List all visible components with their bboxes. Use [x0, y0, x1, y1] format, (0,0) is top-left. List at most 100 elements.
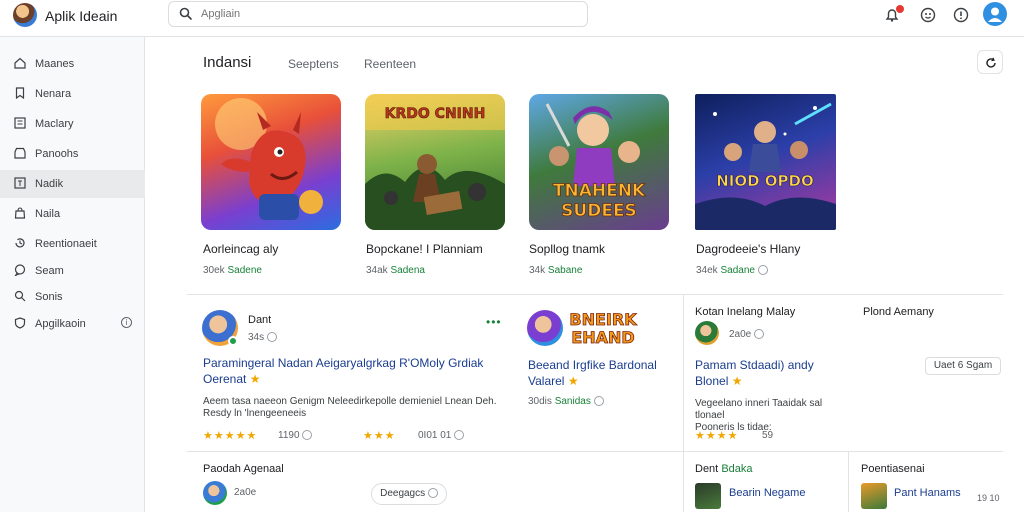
action-chip-label: Deegagcs [380, 488, 426, 499]
bottom-heading-accent: Bdaka [721, 463, 753, 475]
info-icon[interactable] [454, 430, 465, 441]
card-meta: 30ek Sadene [203, 265, 262, 276]
more-options-icon[interactable]: ••• [486, 315, 502, 329]
refresh-button[interactable] [977, 50, 1003, 74]
sidebar-item-label: Nenara [35, 88, 72, 100]
jungle-artwork: KRDO CNINH [365, 94, 505, 230]
card4-banner: NIOD OPDO [716, 172, 814, 190]
rating-count: 1190 [278, 430, 313, 441]
rating-stars: ★★★ [363, 430, 396, 442]
search-input[interactable] [201, 8, 571, 20]
info-icon[interactable] [593, 396, 604, 407]
info-icon[interactable] [302, 430, 313, 441]
game-thumbnail[interactable] [861, 483, 887, 509]
sidebar-item-active[interactable]: Nadik [0, 170, 145, 198]
tab-second[interactable]: Reenteen [364, 57, 416, 71]
app-logo[interactable] [13, 3, 37, 27]
store-icon [14, 147, 26, 159]
card3-banner-line1: TNAHENK [553, 181, 646, 201]
search-icon [179, 7, 193, 21]
sidebar-item-apps[interactable]: Apgilkaoin i [0, 310, 145, 338]
card-status: Sadene [227, 265, 262, 276]
info-icon[interactable] [266, 332, 277, 343]
bottom-count: 19 10 [977, 493, 1000, 503]
shield-icon [14, 317, 26, 329]
chat-icon [14, 264, 26, 276]
game-thumbnail[interactable] [695, 483, 721, 509]
review-title-line2-text: Oerenat [203, 372, 247, 386]
card-title[interactable]: Dagrodeeie's Hlany [696, 242, 800, 256]
review-title-line: Beeand Irgfike Bardonal [528, 358, 657, 372]
info-icon[interactable] [754, 329, 765, 340]
sidebar-item-bookmark[interactable]: Nenara [0, 80, 145, 108]
dragon-artwork [215, 98, 323, 220]
apps-icon[interactable] [920, 7, 936, 23]
sidebar-item-library[interactable]: Maclary [0, 110, 145, 138]
bottom-heading-prefix: Dent [695, 463, 719, 475]
bookmark-icon [15, 87, 25, 99]
section-title: Indansi [203, 54, 252, 71]
bottom-heading: Dent Bdaka [695, 463, 753, 475]
sidebar-item-recent[interactable]: Reentionaeit [0, 230, 145, 258]
review-meta-status: Sanidas [554, 396, 591, 407]
rating-stars: ★★★★ [695, 430, 739, 442]
divider [683, 294, 684, 512]
game-thumbnail[interactable]: NIOD OPDO [695, 94, 836, 230]
rating-stars: ★★★★★ [203, 430, 258, 442]
sidebar-item-label: Reentionaeit [35, 238, 97, 250]
sidebar-item-search[interactable]: Sonis [0, 283, 145, 311]
reviewer-meta: 2a0e [234, 487, 257, 498]
action-chip[interactable]: Deegagcs [371, 483, 447, 505]
reviewer-avatar[interactable] [203, 481, 227, 505]
game-thumbnail[interactable]: KRDO CNINH [365, 94, 505, 230]
game-thumbnail[interactable]: TNAHENK SUDEES [529, 94, 669, 230]
card-status: Sadena [390, 265, 425, 276]
review-title-line: Valarel ★ [528, 373, 678, 389]
refresh-icon [986, 57, 996, 68]
notification-badge [896, 5, 904, 13]
sidebar-item-home[interactable]: Maanes [0, 50, 145, 78]
reviewer-meta-value: 2a0e [729, 329, 752, 340]
search-icon [14, 290, 26, 302]
sidebar-item-store[interactable]: Panoohs [0, 140, 145, 168]
filter-chip[interactable]: Uaet 6 Sgam [925, 357, 1001, 375]
sidebar-item-label: Maclary [35, 118, 74, 130]
review-meta: 30dis Sanidas [528, 396, 604, 407]
review-title[interactable]: Beeand Irgfike Bardonal Valarel ★ [528, 357, 678, 389]
card-title[interactable]: Bopckane! I Planniam [366, 242, 483, 256]
info-icon[interactable]: i [121, 317, 132, 328]
card-size: 34k [529, 265, 546, 276]
user-avatar[interactable] [983, 2, 1007, 26]
star-icon: ★ [249, 372, 261, 386]
divider [848, 451, 849, 512]
search-bar[interactable] [168, 1, 588, 27]
info-icon[interactable] [757, 265, 768, 276]
card-status: Sadane [720, 265, 755, 276]
panel-side-heading[interactable]: Plond Aemany [863, 306, 934, 318]
bottom-heading: Poentiasenai [861, 463, 925, 475]
reviewer-avatar[interactable] [695, 321, 719, 345]
review-body-line: Vegeelano inneri Taaidak sal tlonael [695, 398, 823, 421]
sidebar-item-label: Sonis [35, 291, 63, 303]
reviewer-name[interactable]: Dant [248, 314, 271, 326]
bottom-item-link[interactable]: Pant Hanams [894, 485, 961, 501]
rating-count: 59 [762, 430, 774, 441]
help-icon[interactable] [953, 7, 969, 23]
card-title[interactable]: Aorleincag aly [203, 242, 278, 256]
sidebar-item-label: Maanes [35, 58, 75, 70]
game-thumbnail[interactable] [201, 94, 341, 230]
card-title[interactable]: Sopllog tnamk [529, 242, 605, 256]
bag-icon [14, 207, 26, 219]
review-title[interactable]: Pamam Stdaadi) andy Blonel ★ [695, 357, 845, 389]
sidebar-item-label: Naila [35, 208, 61, 220]
bottom-item-link[interactable]: Bearin Negame [729, 485, 805, 501]
card-size: 34ek [696, 265, 718, 276]
sidebar-item-label: Apgilkaoin [35, 318, 86, 330]
star-icon: ★ [567, 374, 579, 388]
tab-first[interactable]: Seeptens [288, 57, 339, 71]
sidebar-item-chat[interactable]: Seam [0, 257, 145, 285]
sidebar-item-bag[interactable]: Naila [0, 200, 145, 228]
sidebar: Maanes Nenara Maclary Panoohs Nadik Nail… [0, 37, 145, 512]
rating-count: 0I01 01 [418, 430, 465, 441]
info-icon [427, 488, 438, 499]
